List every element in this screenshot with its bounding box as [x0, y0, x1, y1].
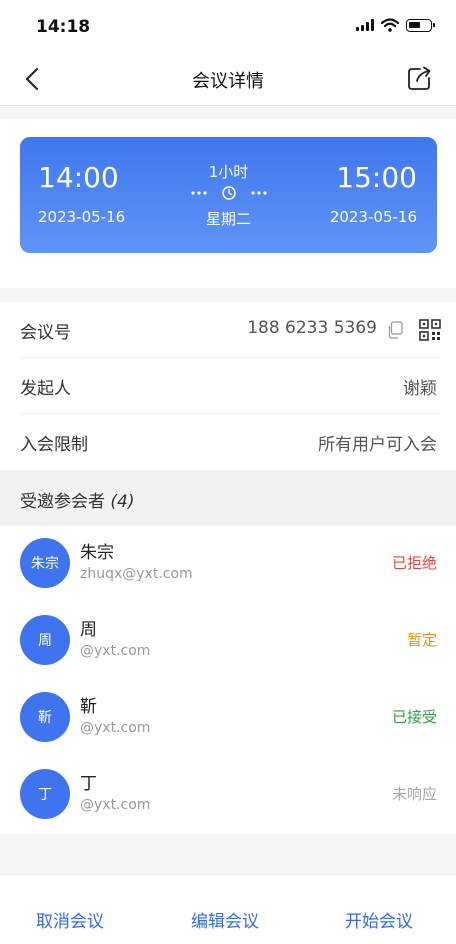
meeting-time-card: 14:00 2023-05-16 1小时 星期二 15:00 2023-05-1…	[20, 137, 437, 253]
invitee-status: 未响应	[391, 785, 437, 803]
invitees-header: 受邀参会者 (4)	[0, 470, 456, 526]
status-icons	[356, 18, 435, 32]
cancel-meeting-button[interactable]: 取消会议	[36, 907, 104, 932]
status-bar: 14:18	[0, 0, 456, 52]
page-title: 会议详情	[192, 71, 264, 92]
divider	[0, 288, 456, 302]
copy-icon[interactable]	[387, 321, 403, 339]
invitee-row[interactable]: 丁 丁 @yxt.com 未响应	[20, 757, 441, 833]
invitee-name: 丁	[80, 774, 97, 794]
join-restriction-label: 入会限制	[20, 435, 88, 455]
invitee-status: 暂定	[406, 631, 437, 649]
nav-bar: 会议详情	[0, 52, 456, 106]
organizer-value: 谢颖	[403, 379, 437, 399]
invitee-row[interactable]: 朱宗 朱宗 zhuqx@yxt.com 已拒绝	[20, 526, 441, 602]
clock-icon	[191, 186, 267, 200]
invitee-row[interactable]: 靳 靳 @yxt.com 已接受	[20, 680, 441, 756]
organizer-label: 发起人	[20, 379, 71, 399]
avatar: 朱宗	[20, 538, 70, 588]
avatar: 丁	[20, 769, 70, 819]
avatar: 周	[20, 615, 70, 665]
invitees-count: (4)	[110, 492, 135, 512]
end-date: 2023-05-16	[329, 208, 417, 226]
invitee-status: 已拒绝	[391, 554, 437, 572]
meeting-id-row: 会议号 188 6233 5369	[20, 302, 441, 358]
invitees-title: 受邀参会者 (4)	[20, 487, 135, 512]
meeting-id-value: 188 6233 5369	[247, 318, 377, 338]
edit-meeting-button[interactable]: 编辑会议	[191, 907, 259, 932]
signal-icon	[356, 19, 374, 31]
invitee-name: 周	[80, 620, 97, 640]
meeting-id-label: 会议号	[20, 323, 71, 343]
bottom-spacer	[0, 834, 456, 874]
end-time: 15:00	[336, 161, 417, 194]
invitee-name: 朱宗	[80, 543, 114, 563]
footer-action-bar: 取消会议 编辑会议 开始会议	[0, 874, 456, 944]
invitee-email: @yxt.com	[80, 720, 151, 736]
invitee-email: @yxt.com	[80, 643, 151, 659]
status-time: 14:18	[36, 17, 91, 37]
invitee-email: zhuqx@yxt.com	[80, 566, 193, 582]
battery-icon	[406, 18, 435, 32]
join-restriction-row: 入会限制 所有用户可入会	[20, 414, 441, 470]
invitee-name: 靳	[80, 697, 97, 717]
share-icon[interactable]	[404, 64, 434, 94]
qr-code-icon[interactable]	[419, 319, 441, 341]
join-restriction-value: 所有用户可入会	[318, 435, 437, 455]
avatar: 靳	[20, 692, 70, 742]
organizer-row: 发起人 谢颖	[20, 358, 441, 414]
invitee-email: @yxt.com	[80, 797, 151, 813]
invitee-row[interactable]: 周 周 @yxt.com 暂定	[20, 603, 441, 679]
wifi-icon	[381, 18, 399, 32]
start-meeting-button[interactable]: 开始会议	[345, 907, 413, 932]
invitee-status: 已接受	[391, 708, 437, 726]
divider	[0, 107, 456, 119]
invitees-label: 受邀参会者	[20, 492, 105, 512]
